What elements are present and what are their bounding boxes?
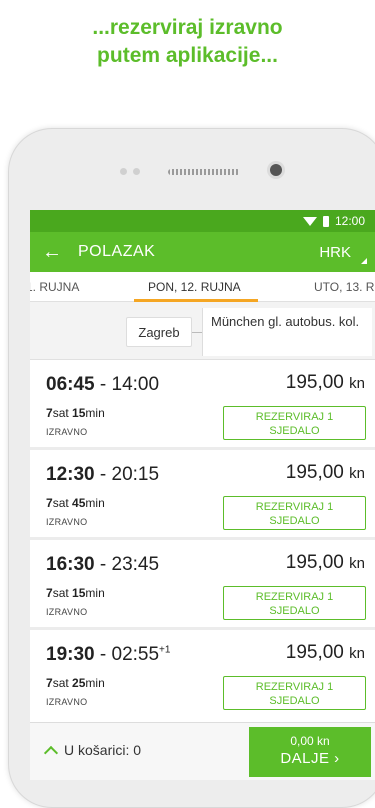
speaker-grille — [168, 169, 240, 175]
status-time: 12:00 — [334, 214, 365, 228]
arrival-time: 02:55 — [111, 644, 160, 665]
ticket-price: 195,00 kn — [286, 372, 365, 394]
next-button[interactable]: 0,00 kn DALJE › — [249, 727, 371, 777]
departure-card[interactable]: 16:30 - 23:45 195,00 kn 7sat 15min IZRAV… — [30, 540, 375, 627]
ticket-price: 195,00 kn — [286, 552, 365, 574]
app-bar: ← POLAZAK HRK — [30, 232, 375, 272]
next-label: DALJE › — [280, 750, 340, 767]
trip-duration: 7sat 15min — [46, 586, 105, 600]
departure-times: 16:30 - 23:45 — [46, 554, 160, 575]
departure-time: 16:30 — [46, 554, 95, 575]
promo-line-2: putem aplikacije... — [97, 44, 278, 67]
price-value: 195,00 — [285, 372, 344, 393]
departure-list: 06:45 - 14:00 195,00 kn 7sat 15min IZRAV… — [30, 360, 375, 717]
arrival-day-offset: +1 — [159, 644, 171, 656]
trip-type: IZRAVNO — [46, 517, 88, 527]
origin-station[interactable]: Zagreb — [126, 317, 192, 347]
trip-duration: 7sat 45min — [46, 496, 105, 510]
price-unit: kn — [349, 645, 365, 662]
trip-type: IZRAVNO — [46, 697, 88, 707]
book-seat-button[interactable]: REZERVIRAJ 1 SJEDALO — [223, 586, 366, 620]
status-bar: 12:00 — [30, 210, 375, 232]
departure-time: 19:30 — [46, 644, 95, 665]
price-unit: kn — [349, 375, 365, 392]
book-seat-button[interactable]: REZERVIRAJ 1 SJEDALO — [223, 496, 366, 530]
page-title: POLAZAK — [78, 243, 156, 260]
price-unit: kn — [349, 555, 365, 572]
route-connector — [192, 332, 202, 333]
dropdown-corner-icon — [361, 258, 367, 264]
wifi-icon — [302, 216, 317, 226]
tab-previous-date[interactable]: 1. RUJNA — [30, 280, 79, 294]
departure-times: 06:45 - 14:00 — [46, 374, 160, 395]
departure-time: 06:45 — [46, 374, 95, 395]
promo-headline: ...rezerviraj izravno putem aplikacije..… — [0, 14, 375, 70]
bottom-bar: U košarici: 0 0,00 kn DALJE › — [30, 722, 375, 780]
chevron-up-icon — [43, 745, 59, 760]
departure-card[interactable]: 06:45 - 14:00 195,00 kn 7sat 15min IZRAV… — [30, 360, 375, 447]
departure-times: 19:30 - 02:55+1 — [46, 644, 171, 665]
battery-icon — [322, 215, 329, 227]
arrow-left-icon[interactable]: ← — [42, 241, 72, 264]
arrival-time: 20:15 — [111, 464, 160, 485]
destination-station[interactable]: München gl. autobus. kol. — [202, 308, 372, 356]
cart-toggle[interactable]: U košarici: 0 — [43, 742, 142, 760]
trip-duration: 7sat 15min — [46, 406, 105, 420]
cart-label: U košarici: 0 — [64, 742, 142, 758]
currency-selector[interactable]: HRK — [319, 244, 363, 261]
price-unit: kn — [349, 465, 365, 482]
departure-card[interactable]: 12:30 - 20:15 195,00 kn 7sat 45min IZRAV… — [30, 450, 375, 537]
date-tabs: 1. RUJNA PON, 12. RUJNA UTO, 13. RUJNA — [30, 272, 375, 302]
trip-type: IZRAVNO — [46, 607, 88, 617]
tab-current-date[interactable]: PON, 12. RUJNA — [148, 280, 241, 294]
book-seat-button[interactable]: REZERVIRAJ 1 SJEDALO — [223, 676, 366, 710]
departure-card[interactable]: 19:30 - 02:55+1 195,00 kn 7sat 25min IZR… — [30, 630, 375, 717]
price-value: 195,00 — [285, 642, 344, 663]
price-value: 195,00 — [285, 552, 344, 573]
ticket-price: 195,00 kn — [286, 462, 365, 484]
cart-total: 0,00 kn — [290, 734, 330, 748]
sensor-dots — [120, 168, 140, 175]
trip-type: IZRAVNO — [46, 427, 88, 437]
route-header: Zagreb München gl. autobus. kol. — [30, 302, 375, 360]
arrival-time: 14:00 — [111, 374, 160, 395]
front-camera — [270, 164, 282, 176]
tab-next-date[interactable]: UTO, 13. RUJNA — [314, 280, 375, 294]
ticket-price: 195,00 kn — [286, 642, 365, 664]
app-screen: 12:00 ← POLAZAK HRK 1. RUJNA PON, 12. RU… — [30, 210, 375, 780]
trip-duration: 7sat 25min — [46, 676, 105, 690]
promo-line-1: ...rezerviraj izravno — [92, 16, 283, 39]
arrival-time: 23:45 — [111, 554, 160, 575]
departure-times: 12:30 - 20:15 — [46, 464, 160, 485]
departure-time: 12:30 — [46, 464, 95, 485]
book-seat-button[interactable]: REZERVIRAJ 1 SJEDALO — [223, 406, 366, 440]
price-value: 195,00 — [285, 462, 344, 483]
